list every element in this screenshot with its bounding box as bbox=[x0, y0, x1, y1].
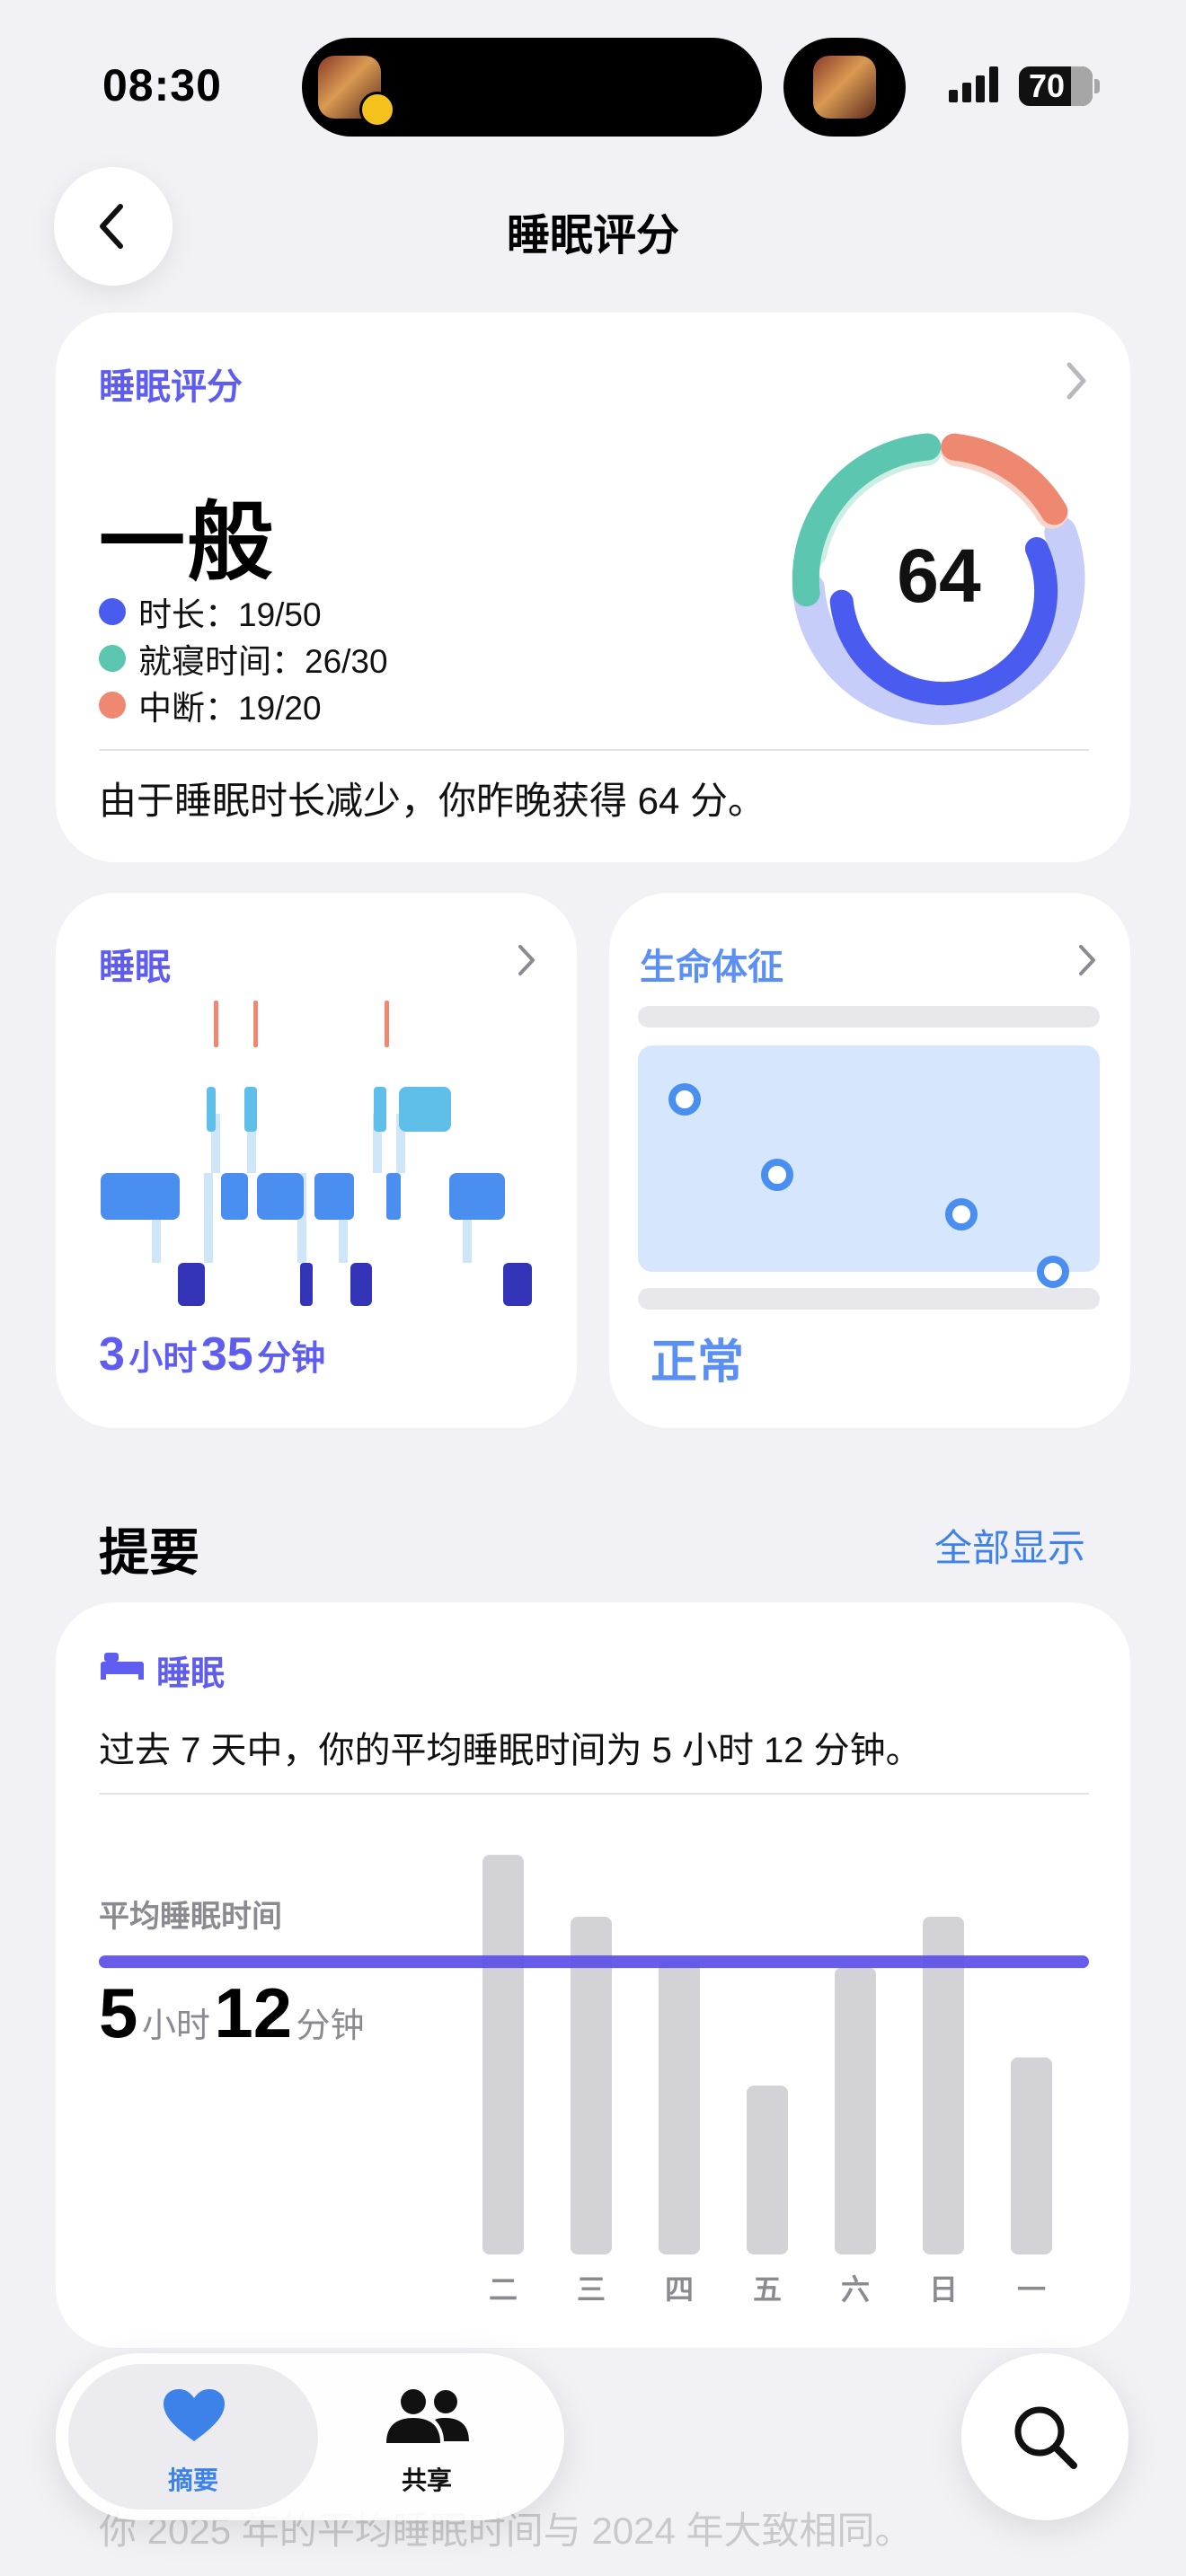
dynamic-island-secondary[interactable] bbox=[783, 38, 906, 137]
metric-interruptions-text: 中断：19/20 bbox=[138, 690, 322, 727]
search-button[interactable] bbox=[961, 2353, 1128, 2520]
sleep-stages-chart bbox=[101, 1001, 532, 1306]
highlight-divider bbox=[99, 1793, 1089, 1795]
score-value: 64 bbox=[897, 534, 981, 618]
x-tick-label-1: 三 bbox=[577, 2273, 606, 2306]
chevron-right-icon bbox=[518, 945, 535, 975]
bedtime-dot bbox=[99, 645, 126, 672]
x-tick-label-3: 五 bbox=[753, 2273, 782, 2306]
average-line bbox=[99, 1955, 1089, 1969]
highlight-card-label: 睡眠 bbox=[156, 1655, 226, 1693]
search-icon bbox=[1014, 2406, 1077, 2469]
bar-4 bbox=[835, 1967, 876, 2254]
chevron-right-icon bbox=[1067, 362, 1086, 400]
tab-sharing-label: 共享 bbox=[401, 2466, 452, 2494]
people-icon bbox=[386, 2389, 469, 2443]
vitals-bottom-track bbox=[638, 1288, 1100, 1310]
vitals-top-track bbox=[638, 1006, 1100, 1028]
vitals-chart bbox=[638, 1006, 1100, 1310]
page-title: 睡眠评分 bbox=[506, 212, 679, 260]
vitals-card-label: 生命体征 bbox=[640, 948, 783, 987]
metric-duration-text: 时长：19/50 bbox=[138, 596, 322, 633]
deep-blocks bbox=[178, 1263, 532, 1306]
chevron-right-icon bbox=[1079, 945, 1095, 975]
metric-duration: 时长：19/50 bbox=[99, 587, 322, 636]
score-summary: 由于睡眠时长减少，你昨晚获得 64 分。 bbox=[99, 780, 766, 822]
sleep-card-label: 睡眠 bbox=[99, 948, 171, 987]
app-thumbnail-icon bbox=[813, 56, 876, 119]
score-card-label: 睡眠评分 bbox=[99, 367, 243, 407]
stage-connectors bbox=[152, 1114, 472, 1263]
score-rating: 一般 bbox=[99, 495, 275, 591]
score-divider bbox=[99, 749, 1089, 751]
show-all-link[interactable]: 全部显示 bbox=[934, 1518, 1085, 1573]
signal-icon bbox=[949, 66, 1003, 102]
heart-icon bbox=[164, 2389, 225, 2441]
vitals-normal-range bbox=[638, 1045, 1100, 1272]
duration-dot bbox=[99, 598, 126, 625]
core-blocks bbox=[101, 1173, 505, 1220]
vitals-status: 正常 bbox=[651, 1337, 745, 1389]
badge-icon bbox=[359, 92, 395, 128]
bar-2 bbox=[659, 1962, 700, 2254]
tab-summary[interactable]: 摘要 bbox=[68, 2364, 318, 2510]
battery-icon: 70 bbox=[1019, 66, 1093, 106]
dynamic-island[interactable] bbox=[302, 38, 762, 137]
x-tick-label-2: 四 bbox=[665, 2273, 694, 2306]
x-tick-label-4: 六 bbox=[841, 2273, 870, 2306]
x-tick-label-5: 日 bbox=[929, 2273, 958, 2306]
battery-tip bbox=[1094, 79, 1100, 93]
sleep-duration: 3 小时 35 分钟 bbox=[99, 1328, 325, 1381]
bar-0 bbox=[482, 1855, 524, 2254]
metric-bedtime: 就寝时间：26/30 bbox=[99, 634, 388, 683]
x-tick-label-0: 二 bbox=[489, 2273, 518, 2306]
score-ring: 64 bbox=[792, 433, 1085, 726]
bed-icon bbox=[101, 1653, 144, 1680]
bar-6 bbox=[1011, 2057, 1052, 2254]
sleep-minutes: 35 bbox=[200, 1328, 253, 1381]
tab-summary-label: 摘要 bbox=[167, 2466, 218, 2494]
x-tick-label-6: 一 bbox=[1017, 2273, 1046, 2306]
status-time: 08:30 bbox=[102, 60, 222, 110]
sleep-minutes-unit: 分钟 bbox=[257, 1340, 326, 1378]
tab-sharing[interactable]: 共享 bbox=[341, 2364, 512, 2510]
highlight-text: 过去 7 天中，你的平均睡眠时间为 5 小时 12 分钟。 bbox=[99, 1731, 922, 1770]
weekly-sleep-chart: 二三四五六日一 bbox=[99, 1855, 1089, 2306]
battery-level: 70 bbox=[1028, 67, 1066, 104]
bar-3 bbox=[747, 2086, 788, 2254]
awake-marks bbox=[214, 1001, 389, 1047]
sleep-hours-unit: 小时 bbox=[128, 1340, 198, 1378]
metric-bedtime-text: 就寝时间：26/30 bbox=[138, 643, 388, 680]
interruption-dot bbox=[99, 692, 126, 719]
highlights-title: 提要 bbox=[99, 1524, 199, 1581]
metric-interruptions: 中断：19/20 bbox=[99, 681, 322, 729]
sleep-hours: 3 bbox=[99, 1328, 125, 1381]
rem-blocks bbox=[207, 1087, 451, 1132]
